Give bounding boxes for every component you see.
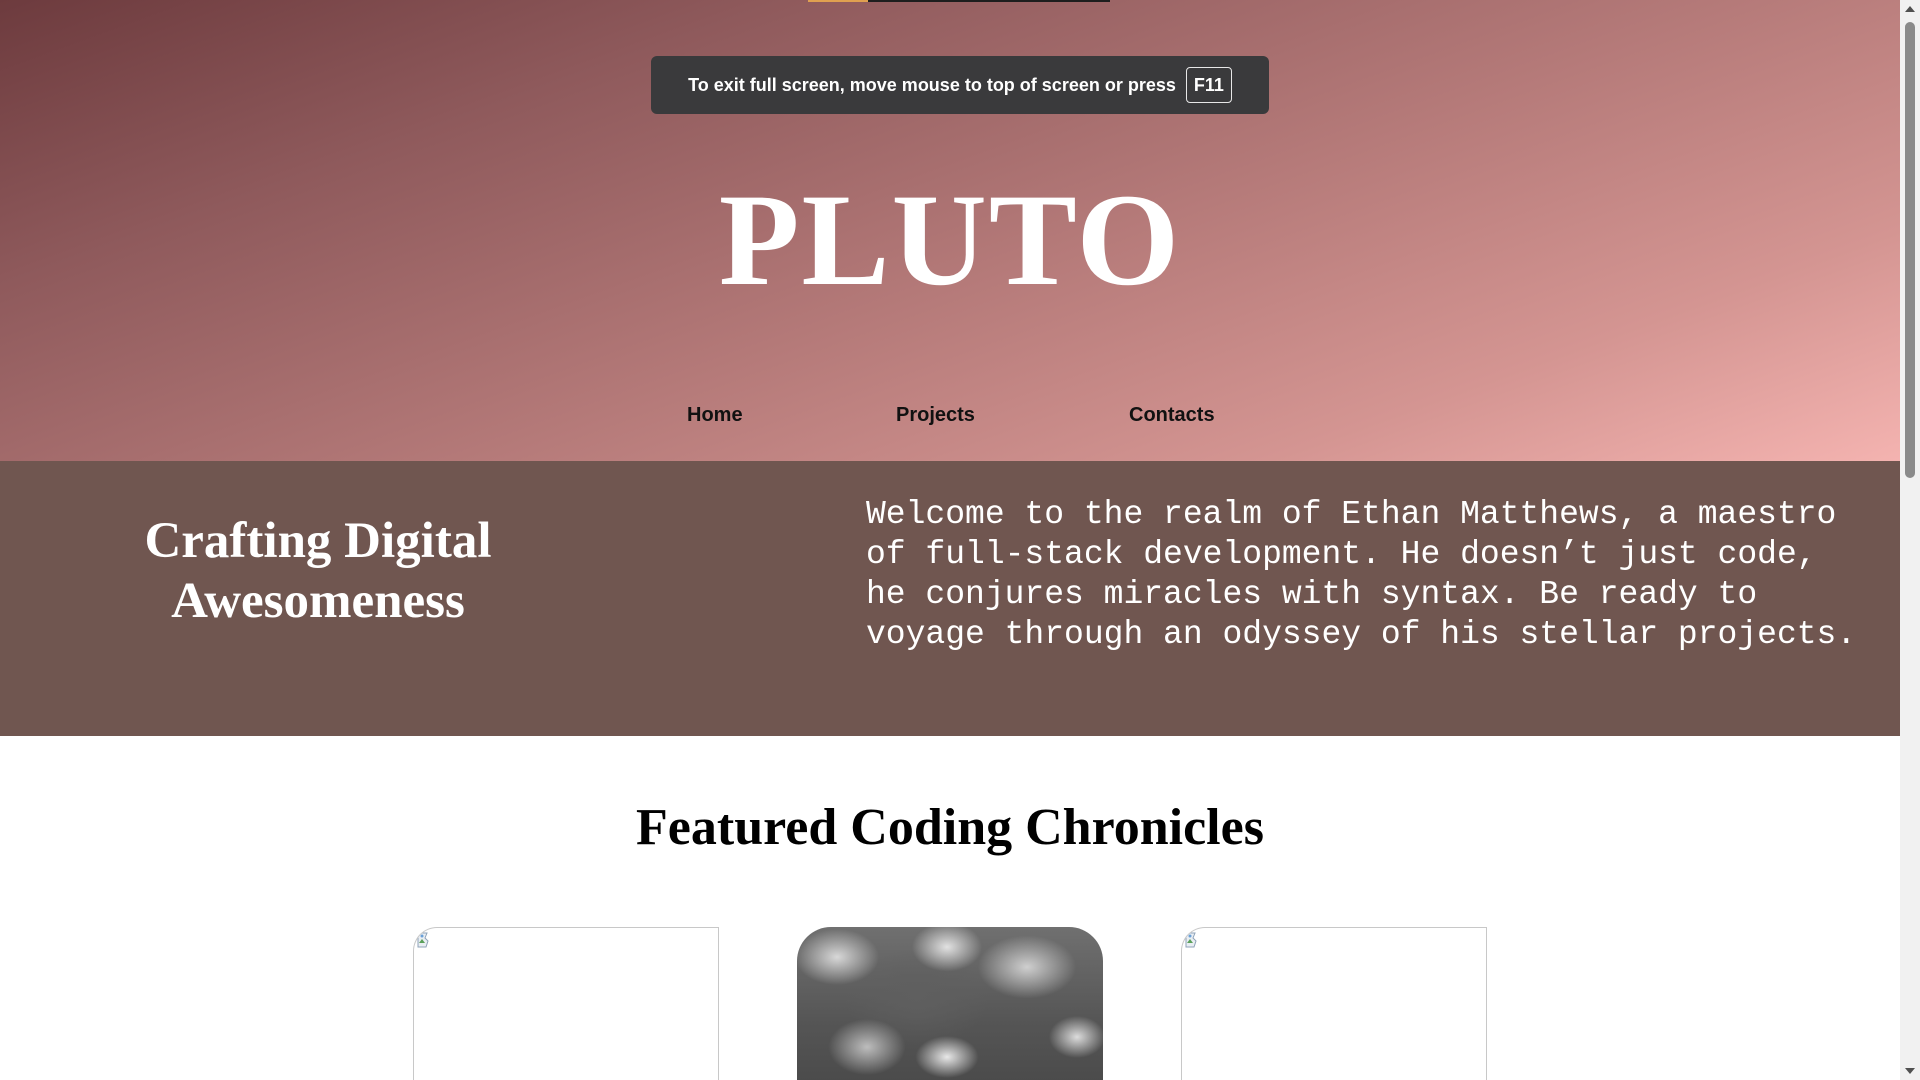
intro-heading: Crafting Digital Awesomeness (144, 513, 492, 629)
featured-section-title: Featured Coding Chronicles (636, 799, 1264, 856)
project-card-2-cloud-image[interactable] (797, 927, 1103, 1080)
intro-text: Welcome to the realm of Ethan Matthews, … (866, 496, 1857, 653)
scroll-down-arrow[interactable] (1900, 1062, 1920, 1080)
fullscreen-progress-bar (808, 0, 1110, 2)
fullscreen-notice-message: To exit full screen, move mouse to top o… (688, 74, 1176, 95)
main-nav: Home Projects Contacts (0, 404, 1900, 428)
fullscreen-notice: To exit full screen, move mouse to top o… (651, 56, 1269, 114)
f11-key-badge: F11 (1185, 67, 1232, 103)
scroll-up-arrow[interactable] (1900, 0, 1920, 18)
intro-band: Crafting Digital Awesomeness Welcome to … (0, 461, 1900, 736)
triangle-up-icon (1905, 6, 1915, 12)
scrollbar-thumb[interactable] (1905, 22, 1915, 478)
nav-link-projects[interactable]: Projects (896, 404, 975, 427)
vertical-scrollbar[interactable] (1900, 0, 1920, 1080)
hero-header: To exit full screen, move mouse to top o… (0, 0, 1900, 461)
project-card-3[interactable] (1181, 927, 1487, 1080)
project-card-1[interactable] (413, 927, 719, 1080)
site-brand: PLUTO (718, 166, 1182, 313)
nav-link-home[interactable]: Home (687, 404, 743, 427)
broken-image-icon (417, 932, 429, 948)
fullscreen-progress-fill (808, 0, 869, 2)
nav-link-contacts[interactable]: Contacts (1129, 404, 1215, 427)
page: To exit full screen, move mouse to top o… (0, 0, 1900, 1080)
broken-image-icon (1185, 932, 1197, 948)
triangle-down-icon (1905, 1068, 1915, 1074)
